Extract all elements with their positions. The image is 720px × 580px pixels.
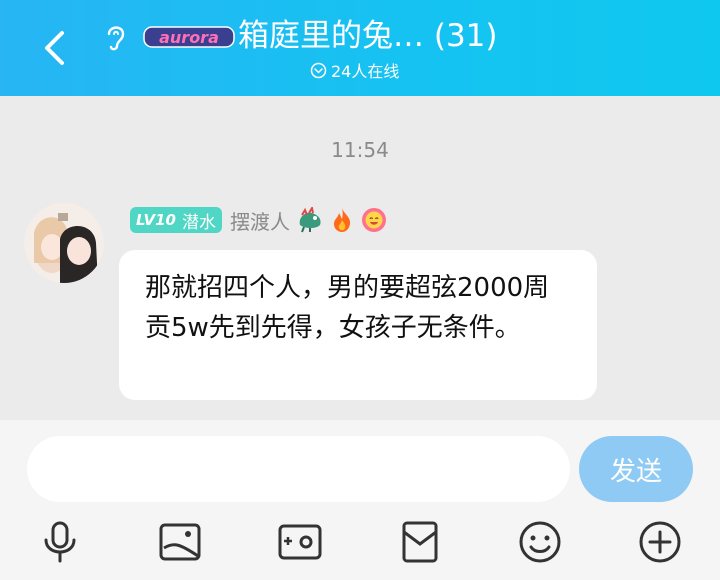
microphone-icon [44, 521, 76, 563]
composer-bar: 发送 [0, 420, 720, 580]
group-title[interactable]: 箱庭里的兔… (31) [238, 14, 498, 58]
back-arrow-icon [45, 31, 64, 65]
more-button[interactable] [634, 516, 686, 568]
chevron-circle-icon [310, 62, 327, 78]
ear-icon[interactable] [103, 22, 129, 52]
sender-name[interactable]: 摆渡人 [230, 206, 290, 235]
message-meta: LV10 潜水 摆渡人 [130, 204, 388, 236]
level-title: 潜水 [181, 212, 216, 233]
image-button[interactable] [154, 516, 206, 568]
online-status[interactable]: 24人在线 [310, 58, 399, 82]
dragon-icon [299, 207, 321, 233]
camera-icon [278, 524, 322, 560]
group-logo: aurora [143, 26, 235, 48]
emoji-button[interactable] [514, 516, 566, 568]
red-packet-icon [402, 521, 438, 563]
avatar[interactable] [24, 203, 104, 283]
composer-toolbar [0, 516, 720, 568]
emoji-icon [519, 521, 561, 563]
level-badge[interactable]: LV10 潜水 [130, 207, 222, 233]
send-button[interactable]: 发送 [579, 436, 693, 502]
svg-text:aurora: aurora [159, 28, 219, 47]
message-bubble[interactable]: 那就招四个人，男的要超弦2000周贡5w先到先得，女孩子无条件。 [119, 250, 597, 400]
level-text: LV10 [136, 211, 176, 229]
chat-header: aurora 箱庭里的兔… (31) 24人在线 [0, 0, 720, 96]
smile-badge-icon [361, 208, 386, 232]
camera-button[interactable] [274, 516, 326, 568]
plus-icon [639, 521, 681, 563]
message-input[interactable] [27, 436, 570, 502]
online-count: 24人在线 [331, 62, 400, 81]
back-button[interactable] [36, 26, 72, 70]
message-timestamp: 11:54 [331, 138, 389, 162]
fire-icon [333, 208, 351, 232]
image-icon [159, 523, 201, 561]
red-packet-button[interactable] [394, 516, 446, 568]
voice-button[interactable] [34, 516, 86, 568]
